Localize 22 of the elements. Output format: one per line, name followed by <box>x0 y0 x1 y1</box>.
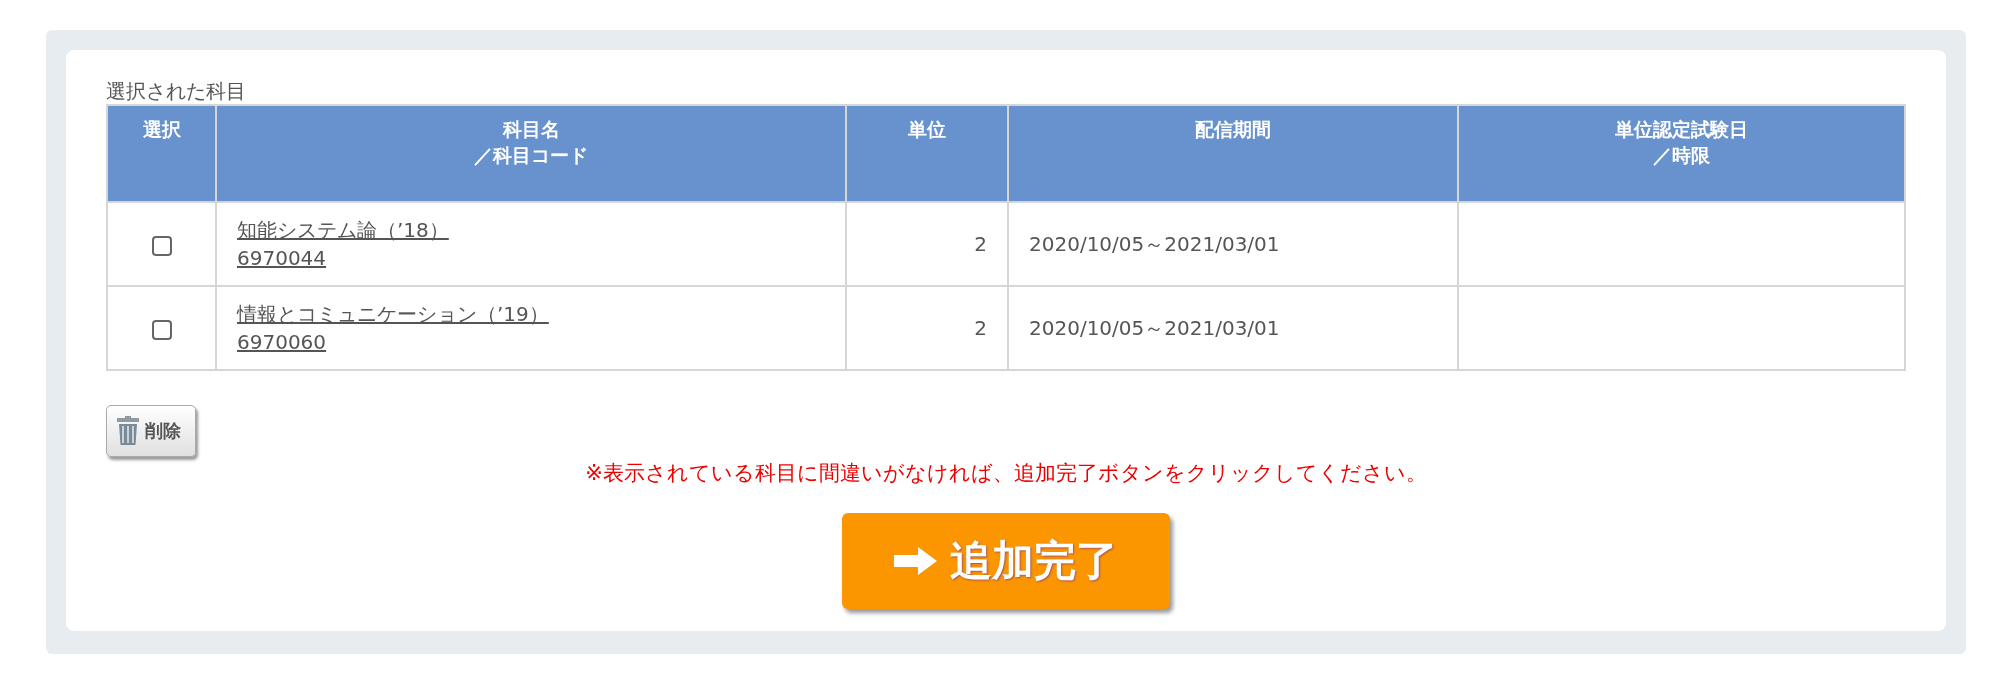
checkbox[interactable] <box>151 319 172 340</box>
section-title: 選択された科目 <box>106 80 246 102</box>
arrow-icon <box>894 546 938 576</box>
column-header: ／科目コード <box>474 143 588 168</box>
checkbox[interactable] <box>151 235 172 256</box>
course-name-link[interactable]: 知能システム論（’18） <box>237 216 449 244</box>
course-code-link[interactable]: 6970060 <box>237 328 327 356</box>
column-header: 単位 <box>908 117 946 142</box>
course-name-link[interactable]: 情報とコミュニケーション（’19） <box>237 300 549 328</box>
column-header: 選択 <box>142 117 181 142</box>
trash-icon <box>117 416 139 446</box>
column-header: ／時限 <box>1653 143 1710 168</box>
table-cell: 2020/10/05～2021/03/01 <box>1008 286 1458 370</box>
table-cell: 2 <box>846 286 1008 370</box>
table-cell: 2 <box>846 202 1008 286</box>
delete-button[interactable]: 削除 <box>106 405 196 457</box>
column-header: 配信期間 <box>1195 117 1271 142</box>
course-code-link[interactable]: 6970044 <box>237 244 327 272</box>
column-header: 科目名 <box>502 117 560 142</box>
table-cell: 2020/10/05～2021/03/01 <box>1008 202 1458 286</box>
notice-text: ※表示されている科目に間違いがなければ、追加完了ボタンをクリックしてください。 <box>585 460 1427 487</box>
column-header: 単位認定試験日 <box>1615 117 1748 142</box>
